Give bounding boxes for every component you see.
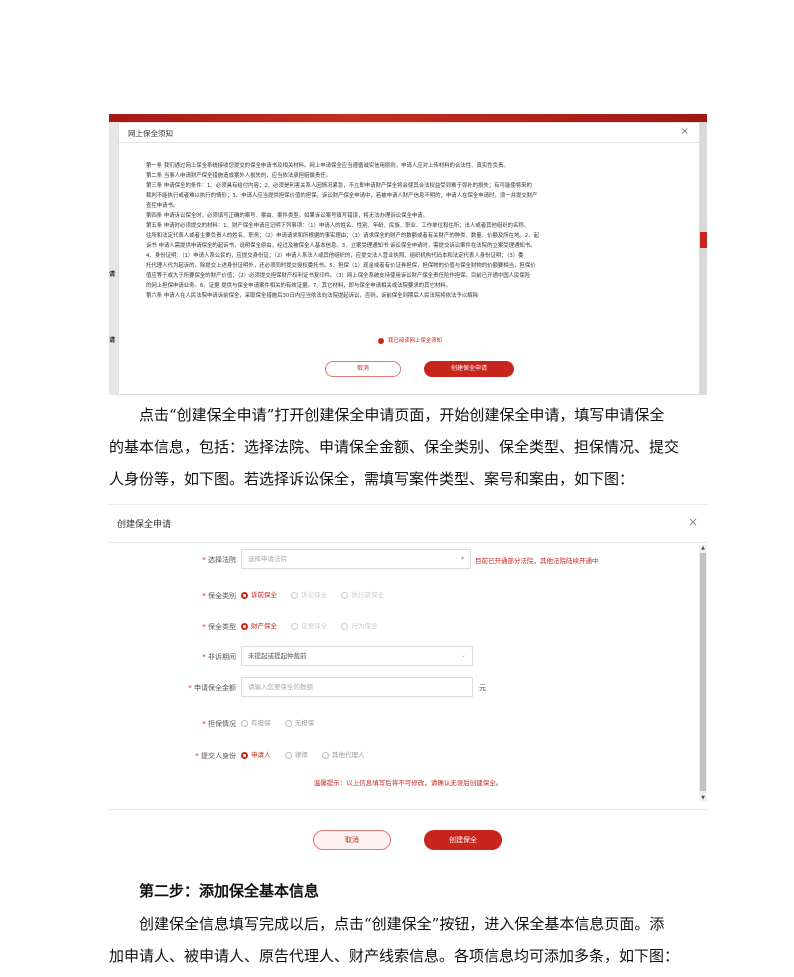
modal-header: 网上保全须知 × — [119, 123, 699, 143]
amount-label: * 申请保全金额 — [188, 684, 236, 692]
type-option[interactable]: 证据保全 — [291, 620, 327, 630]
guarantee-option[interactable]: 无担保 — [284, 717, 314, 727]
chevron-down-icon: ⌄ — [460, 652, 466, 659]
paragraph-line: 点击“创建保全申请”打开创建保全申请页面，开始创建保全申请，填写申请保全 — [139, 406, 665, 424]
notice-line: 托代理人代为起诉的，除提交上述身份证明外，还必须同时提交授权委托书。5、担保（1… — [146, 263, 536, 269]
background-marker — [700, 232, 707, 248]
notice-line: 第二条 当事人申请财产保全措施造成案外人损失的，应当依法承担赔偿责任。 — [146, 173, 331, 179]
scroll-up-icon[interactable]: ▲ — [699, 545, 707, 551]
type-row: * 保全类型 财产保全 证据保全 行为保全 — [108, 616, 688, 638]
background-label: 请 — [109, 337, 116, 344]
agree-checkbox[interactable]: 我已阅读网上保全须知 — [119, 336, 701, 344]
amount-row: * 申请保全金额 请输入您要保全的数额 元 — [108, 677, 688, 699]
warning-tip: 温馨提示：以上信息填写后将不可修改，请确认无误后创建保全。 — [313, 779, 503, 787]
notice-line: 查控申请书。 — [146, 203, 179, 209]
identity-label: * 提交人身份 — [195, 752, 236, 760]
cancel-button[interactable]: 取消 — [325, 361, 401, 377]
category-option[interactable]: 执行前保全 — [341, 589, 384, 599]
paragraph-line: 人身份等，如下图。若选择诉讼保全，需填写案件类型、案号和案由，如下图： — [109, 470, 635, 488]
court-row: * 选择法院 选择申请法院 ▾ 目前已开通部分法院，其他法院陆续开通中 — [108, 549, 688, 571]
guarantee-options: 有担保 无担保 — [241, 717, 326, 727]
court-hint: 目前已开通部分法院，其他法院陆续开通中 — [475, 557, 599, 565]
notice-line: 值应等于或大于所要保全的财产价值；（2）必须提交担保财产权利证书复印件。（3）网… — [146, 273, 531, 279]
category-options: 诉前保全 诉讼保全 执行前保全 — [241, 589, 396, 599]
notice-line: 第三条 申请保全的条件：1、必须具有给付内容；2、必须是利害关系人因情况紧急，不… — [146, 183, 532, 189]
paragraph: 点击“创建保全申请”打开创建保全申请页面，开始创建保全申请，填写申请保全 的基本… — [109, 399, 709, 495]
identity-option[interactable]: 其他代理人 — [321, 749, 364, 759]
period-select[interactable]: 未提起或提起仲裁前 ⌄ — [241, 646, 473, 666]
identity-options: 申请人 律师 其他代理人 — [241, 749, 376, 759]
notice-line: 第五条 申请时必须提交的材料：1、财产保全申请应记明下列事项：（1）申请人的姓名… — [146, 223, 530, 229]
form-header: 创建保全申请 × — [108, 505, 708, 543]
guarantee-row: * 担保情况 有担保 无担保 — [108, 713, 688, 735]
category-row: * 保全类别 诉前保全 诉讼保全 执行前保全 — [108, 585, 688, 607]
notice-line: 住所和法定代表人或者主要负责人的姓名、职务；（2）申请请求和所根据的事实理由；（… — [146, 233, 540, 239]
amount-unit: 元 — [479, 684, 486, 692]
notice-line: 第六条 申请人在人民法院申请诉前保全，采取保全措施后30日内应当依法向法院提起诉… — [146, 293, 479, 299]
create-application-button[interactable]: 创建保全申请 — [424, 361, 514, 377]
notice-line: 诉书 申请人需提供申请保全的起诉书，说明保全原由，经过及被保全人基本信息。3、立… — [146, 243, 536, 249]
court-select[interactable]: 选择申请法院 ▾ — [241, 549, 471, 569]
background-page-strip: 请 请 — [109, 122, 118, 395]
guarantee-label: * 担保情况 — [202, 720, 236, 728]
close-icon[interactable]: × — [688, 515, 698, 529]
type-label: * 保全类型 — [202, 623, 236, 631]
period-row: * 非诉期间 未提起或提起仲裁前 ⌄ — [108, 646, 688, 668]
scrollbar[interactable]: ▲ ▼ — [699, 545, 707, 801]
chevron-down-icon: ▾ — [460, 555, 464, 562]
close-icon[interactable]: × — [681, 126, 689, 137]
period-label: * 非诉期间 — [202, 653, 236, 661]
agree-label: 我已阅读网上保全须知 — [388, 338, 442, 344]
paragraph-line: 加申请人、被申请人、原告代理人、财产线索信息。各项信息均可添加多条，如下图： — [109, 947, 680, 965]
cancel-button[interactable]: 取消 — [313, 830, 391, 850]
type-option[interactable]: 财产保全 — [241, 620, 277, 630]
divider — [108, 809, 708, 810]
notice-screenshot: 请 请 网上保全须知 × 第一条 我们通过网上保全系统接收您提交的保全申请书及相… — [109, 114, 707, 395]
identity-option[interactable]: 律师 — [284, 749, 308, 759]
radio-checked-icon — [378, 337, 385, 344]
notice-line: 的网上担保申请业务。6、证据 提供与保全申请案件相关的有效证据。7、其它材料，即… — [146, 283, 452, 289]
category-label: * 保全类别 — [202, 592, 236, 600]
amount-placeholder: 请输入您要保全的数额 — [248, 683, 313, 691]
type-option[interactable]: 行为保全 — [341, 620, 377, 630]
header-banner — [109, 114, 707, 122]
form-title: 创建保全申请 — [117, 520, 172, 530]
modal-title: 网上保全须知 — [128, 129, 173, 138]
scroll-down-icon[interactable]: ▼ — [699, 795, 707, 801]
court-label: * 选择法院 — [202, 556, 236, 564]
notice-line: 4、身份证明：（1）申请人系公民的，应提交身份证；（2）申请人系法人或其他组织的… — [146, 253, 524, 259]
create-button[interactable]: 创建保全 — [424, 830, 502, 850]
identity-row: * 提交人身份 申请人 律师 其他代理人 — [108, 745, 688, 767]
type-options: 财产保全 证据保全 行为保全 — [241, 620, 389, 630]
notice-line: 裁判不能执行或者难以执行的情形；3、申请人应当提供担保价值的担保。诉讼财产保全申… — [146, 193, 538, 199]
create-form-screenshot: 创建保全申请 × ▲ ▼ * 选择法院 选择申请法院 ▾ 目前已开通部分法院，其… — [108, 504, 708, 866]
background-right-strip — [700, 122, 707, 395]
notice-modal: 网上保全须知 × 第一条 我们通过网上保全系统接收您提交的保全申请书及相关材料。… — [118, 122, 700, 395]
amount-input[interactable]: 请输入您要保全的数额 — [241, 677, 473, 697]
notice-line: 第一条 我们通过网上保全系统接收您提交的保全申请书及相关材料。网上申请保全应当遵… — [146, 163, 509, 169]
category-option[interactable]: 诉前保全 — [241, 589, 277, 599]
guarantee-option[interactable]: 有担保 — [241, 717, 271, 727]
notice-text: 第一条 我们通过网上保全系统接收您提交的保全申请书及相关材料。网上申请保全应当遵… — [146, 161, 672, 301]
scrollbar-thumb[interactable] — [700, 553, 706, 791]
background-label: 请 — [109, 271, 116, 278]
paragraph-line: 的基本信息，包括：选择法院、申请保全金额、保全类别、保全类型、担保情况、提交 — [109, 438, 680, 456]
paragraph: 创建保全信息填写完成以后，点击“创建保全”按钮，进入保全基本信息页面。添 加申请… — [109, 908, 709, 972]
category-option[interactable]: 诉讼保全 — [291, 589, 327, 599]
court-placeholder: 选择申请法院 — [248, 555, 287, 563]
notice-line: 第四条 申请诉讼保全时，必须填写正确的案号、案由、案件类型。如果诉讼案号填写错误… — [146, 213, 429, 219]
section-heading: 第二步：添加保全基本信息 — [139, 882, 320, 900]
paragraph-line: 创建保全信息填写完成以后，点击“创建保全”按钮，进入保全基本信息页面。添 — [139, 915, 665, 933]
period-value: 未提起或提起仲裁前 — [248, 652, 307, 660]
identity-option[interactable]: 申请人 — [241, 749, 271, 759]
